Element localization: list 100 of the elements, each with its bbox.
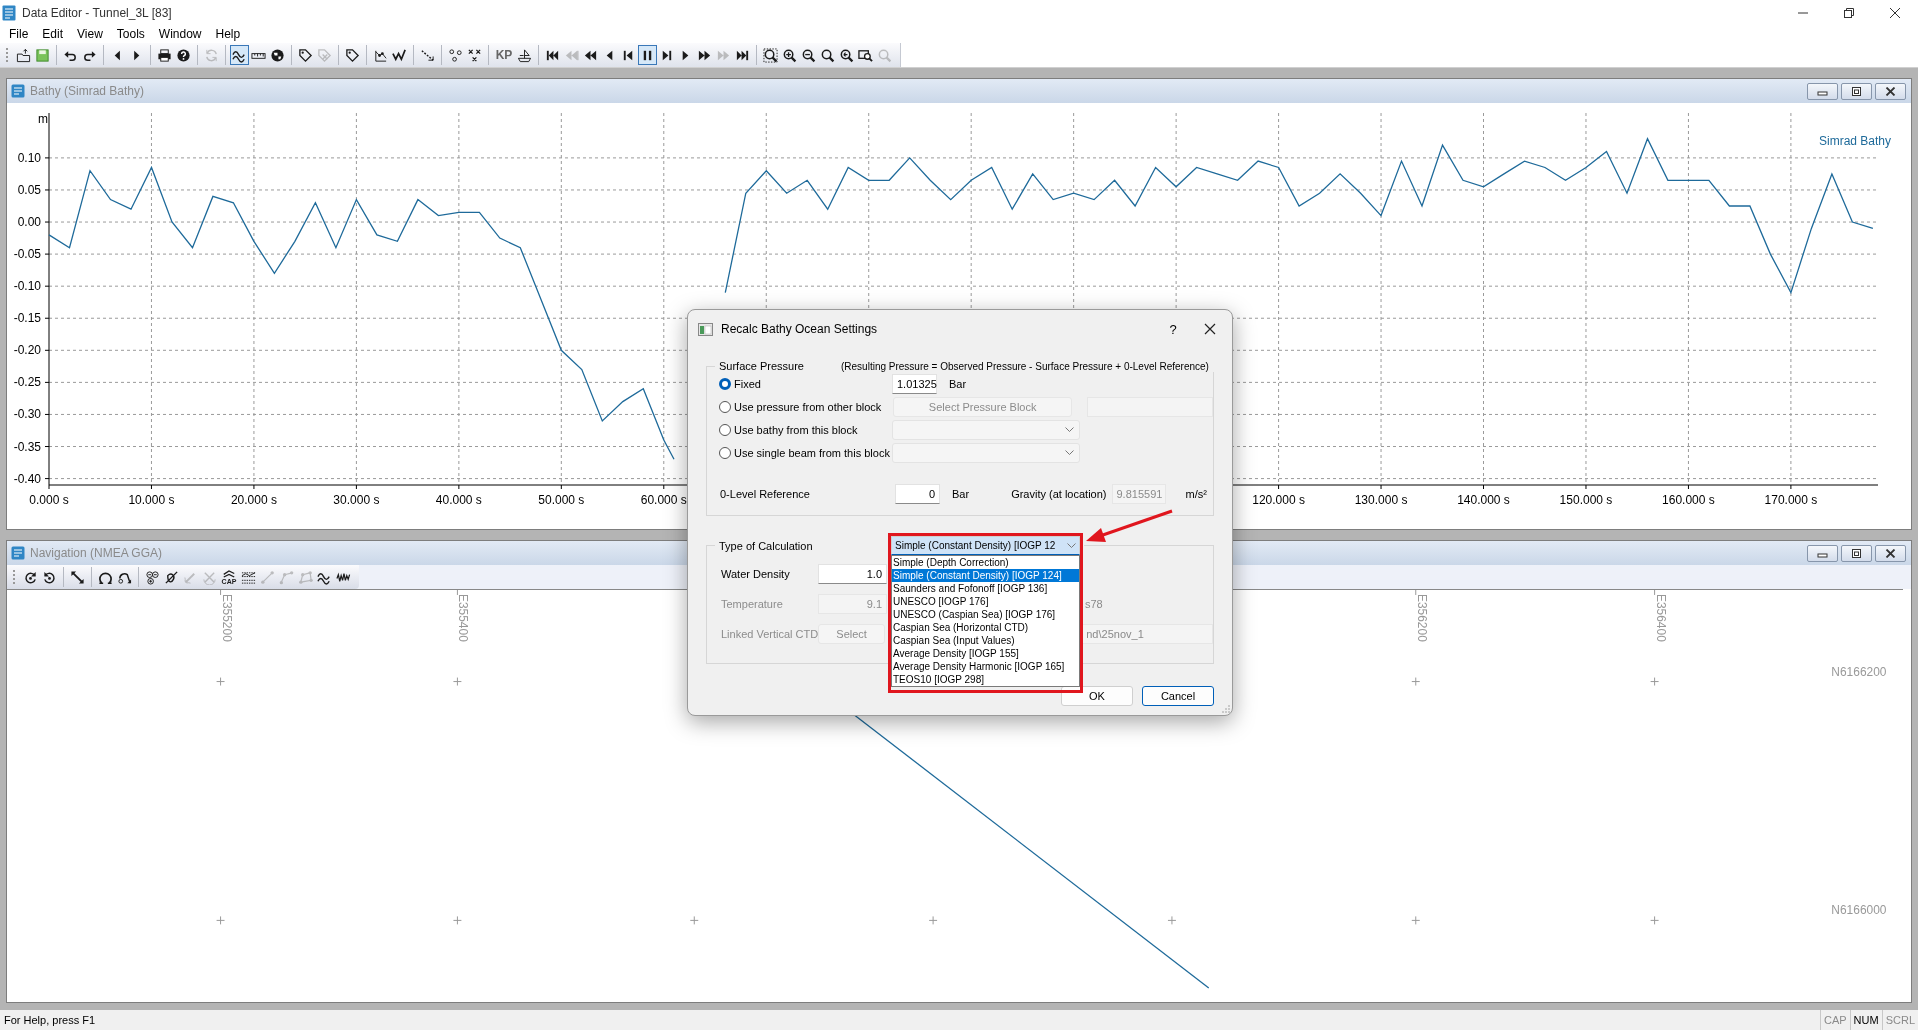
easting-label: E356200 (1414, 594, 1429, 642)
x-tick-label: 60.000 s (640, 493, 687, 507)
input-field[interactable]: 1.0 (818, 564, 887, 584)
grid-cross (452, 915, 462, 925)
axis-unit: m (38, 112, 48, 126)
group-label: Type of Calculation (719, 539, 814, 552)
chevron-down-icon (1067, 542, 1076, 549)
field-label: Temperature (720, 598, 784, 610)
y-tick-label: -0.20 (13, 343, 41, 358)
x-tick-label: 20.000 s (230, 493, 277, 507)
easting-label: E355400 (456, 594, 471, 642)
x-tick-label: 10.000 s (128, 493, 175, 507)
dropdown-option[interactable]: Simple (Depth Correction) (892, 556, 1079, 569)
grid-cross (1167, 915, 1177, 925)
group-label: Surface Pressure (719, 360, 804, 372)
x-tick-label: 40.000 s (435, 493, 482, 507)
dropdown-option[interactable]: Average Density [IOGP 155] (892, 647, 1079, 660)
help-button[interactable]: ? (1158, 321, 1188, 337)
resize-grip-icon[interactable] (1222, 705, 1230, 713)
field-label: Water Density (720, 568, 791, 580)
x-tick-label: 150.000 s (1559, 493, 1613, 507)
grid-cross (689, 915, 699, 925)
x-tick-label: 130.000 s (1354, 493, 1408, 507)
radio-button[interactable] (719, 446, 731, 459)
menu-item[interactable]: Edit (35, 27, 71, 41)
x-tick-label: 0.000 s (29, 493, 69, 507)
field-text: s78 (1085, 598, 1103, 610)
radio-button[interactable] (719, 423, 731, 436)
dropdown-option[interactable]: UNESCO [IOGP 176] (892, 595, 1079, 608)
dropdown-option[interactable]: Average Density Harmonic [IOGP 165] (892, 660, 1079, 673)
y-tick-label: -0.15 (13, 311, 41, 326)
dropdown-option[interactable]: TEOS10 [IOGP 298] (892, 673, 1079, 686)
y-tick-label: -0.05 (13, 247, 41, 262)
key-indicator: SCRL (1881, 1010, 1918, 1030)
grid-cross (216, 915, 226, 925)
y-tick-label: -0.30 (13, 407, 41, 422)
y-tick-label: 0.05 (17, 182, 41, 197)
key-indicator: CAP (1819, 1010, 1850, 1030)
dialog-button[interactable]: OK (1061, 686, 1133, 706)
close-icon (1885, 548, 1896, 558)
menu-item[interactable]: View (70, 27, 110, 41)
dropdown-option[interactable]: UNESCO (Caspian Sea) [IOGP 176] (892, 608, 1079, 621)
grid-cross (1650, 915, 1660, 925)
field-label: 0-Level Reference (720, 487, 810, 500)
radio-label[interactable]: Fixed (734, 377, 761, 390)
dropdown-option[interactable]: Simple (Constant Density) [IOGP 124] (892, 569, 1079, 582)
x-tick-label: 30.000 s (333, 493, 380, 507)
toolbar-button[interactable]: KP (493, 45, 515, 65)
wave-icon[interactable] (230, 45, 249, 65)
menu-item[interactable]: File (2, 27, 36, 41)
menu-item[interactable]: Help (208, 27, 248, 41)
x-tick-label: 160.000 s (1662, 493, 1715, 507)
menu-item[interactable]: Window (151, 27, 209, 41)
maximize-button[interactable] (1841, 544, 1872, 562)
y-tick-label: 0.10 (17, 150, 41, 165)
radio-button[interactable] (719, 377, 731, 390)
menu-item[interactable]: Tools (109, 27, 152, 41)
window-title: Data Editor - Tunnel_3L [83] (22, 5, 172, 20)
window-title: Bathy (Simrad Bathy) (30, 84, 145, 98)
grid-cross (1650, 677, 1660, 687)
y-tick-label: -0.35 (13, 439, 41, 454)
northing-label: N6166000 (1831, 903, 1887, 918)
x-tick-label: 170.000 s (1764, 493, 1818, 507)
radio-label[interactable]: Use pressure from other block (734, 400, 882, 413)
radio-label[interactable]: Use bathy from this block (734, 423, 858, 436)
zoom-box-icon[interactable] (761, 45, 780, 65)
y-tick-label: -0.10 (13, 279, 41, 294)
dialog-button[interactable]: Cancel (1142, 686, 1214, 706)
dropdown-option[interactable]: Caspian Sea (Horizontal CTD) (892, 621, 1079, 634)
pause-icon[interactable] (638, 45, 657, 65)
formula-note: (Resulting Pressure = Observed Pressure - Surface Pressure + 0-Level Reference) (838, 360, 1212, 372)
window-icon (11, 546, 25, 560)
dropdown-option[interactable]: Caspian Sea (Input Values) (892, 634, 1079, 647)
unit-label: Bar (949, 377, 967, 390)
layers-icon (222, 569, 236, 578)
grid-cross (452, 677, 462, 687)
input-field[interactable]: 0 (895, 483, 940, 504)
dropdown[interactable]: Simple (Constant Density) [IOGP 12 (891, 536, 1080, 555)
input-field[interactable]: 1.01325 (892, 373, 937, 394)
close-button[interactable] (1875, 544, 1906, 562)
status-text: For Help, press F1 (4, 1014, 96, 1026)
northing-label: N6166200 (1831, 664, 1887, 679)
radio-label[interactable]: Use single beam from this block (734, 446, 890, 459)
unit-label: m/s² (1185, 487, 1207, 500)
field-label: Linked Vertical CTD (720, 628, 818, 640)
window-icon (11, 84, 25, 98)
chevron-down-icon (1065, 449, 1074, 456)
y-tick-label: 0.00 (17, 215, 41, 230)
input-field[interactable] (1087, 396, 1213, 417)
dropdown-option[interactable]: Saunders and Fofonoff [IOGP 136] (892, 582, 1079, 595)
window-icon (698, 322, 713, 336)
radio-button[interactable] (719, 400, 731, 413)
close-button[interactable] (1875, 82, 1906, 100)
x-tick-label: 140.000 s (1457, 493, 1510, 507)
y-tick-label: -0.40 (13, 471, 41, 486)
window-title: Navigation (NMEA GGA) (30, 546, 163, 560)
close-icon (1885, 86, 1896, 96)
x-tick-label: 50.000 s (538, 493, 585, 507)
dialog-title: Recalc Bathy Ocean Settings (721, 322, 878, 336)
maximize-button[interactable] (1841, 82, 1872, 100)
